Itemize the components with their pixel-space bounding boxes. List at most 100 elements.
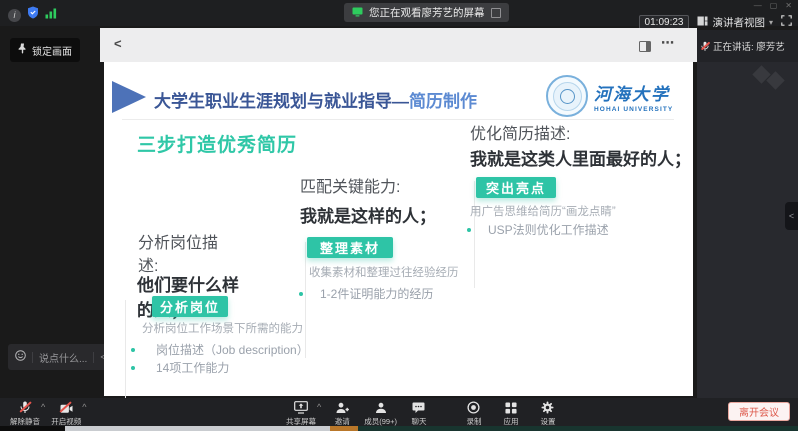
active-speaker-bar: 正在讲话: 廖芳艺 (697, 30, 798, 62)
taskbar-segment (358, 426, 798, 431)
col3-step-badge: 突出亮点 (476, 177, 556, 198)
more-options-icon[interactable]: ⋯ (661, 35, 675, 51)
toolbar-center-group: 共享屏幕 ^ 邀请 成员(99+) 聊天 (286, 401, 563, 427)
quick-chat-bar: 说点什么... < (8, 344, 113, 370)
close-icon[interactable]: ✕ (785, 2, 792, 10)
camera-off-icon (60, 401, 73, 414)
title-underline (122, 119, 674, 120)
col3-intro: 优化简历描述: (470, 123, 570, 146)
watching-screen-notification[interactable]: 您正在观看廖芳艺的屏幕 (344, 3, 509, 22)
emblem-core (560, 89, 575, 104)
bullet-dot (467, 228, 471, 232)
video-panel: 正在讲话: 廖芳艺 < (697, 30, 798, 398)
video-options-caret[interactable]: ^ (82, 402, 86, 412)
settings-button[interactable]: 设置 (533, 401, 563, 427)
unmute-button[interactable]: 解除静音 (10, 401, 40, 427)
col1-bullet-2: 14项工作能力 (156, 359, 229, 376)
col2-intro: 匹配关键能力: (300, 176, 400, 199)
col3-bullet-1: USP法则优化工作描述 (488, 221, 609, 238)
share-screen-button[interactable]: 共享屏幕 (286, 401, 316, 427)
lock-view-label: 锁定画面 (32, 43, 72, 58)
members-button[interactable]: 成员(99+) (364, 401, 397, 427)
invite-button[interactable]: 邀请 (327, 401, 357, 427)
toolbar-left-group: 解除静音 ^ 开启视频 ^ (10, 401, 92, 427)
layout-grid-icon (697, 16, 708, 29)
taskbar-segment (65, 426, 330, 431)
active-speaker-label: 正在讲话: 廖芳艺 (713, 39, 785, 53)
start-video-button[interactable]: 开启视频 (51, 401, 81, 427)
col2-claim: 我就是这样的人； (300, 204, 436, 229)
presentation-slide: 大学生职业生涯规划与就业指导—简历制作 河海大学 HOHAI UNIVERSIT… (104, 62, 693, 396)
lock-view-toggle[interactable]: 锁定画面 (10, 38, 80, 62)
back-icon[interactable]: < (114, 36, 122, 51)
col2-bullet-1: 1-2件证明能力的经历 (320, 285, 433, 302)
view-mode-label: 演讲者视图 (712, 15, 765, 30)
divider (93, 352, 94, 363)
emblem-inner-ring (553, 82, 582, 111)
sidebar-panel-icon[interactable] (639, 39, 651, 57)
meeting-app-window: i 您正在观看廖芳艺的屏幕 — ▢ ✕ 01:09:23 (0, 0, 798, 431)
chat-bubble-icon (412, 401, 425, 414)
col2-step-badge: 整理素材 (307, 237, 393, 258)
leave-meeting-button[interactable]: 离开会议 (728, 402, 790, 421)
chevron-left-icon: < (789, 211, 794, 221)
apps-grid-icon (505, 401, 517, 414)
slide-title: 大学生职业生涯规划与就业指导—简历制作 (154, 87, 477, 112)
notification-pin-icon[interactable] (491, 8, 501, 18)
pin-icon (18, 41, 27, 59)
bullet-dot (131, 348, 135, 352)
col3-claim: 我就是这类人里面最好的人； (470, 147, 691, 172)
meeting-toolbar: 解除静音 ^ 开启视频 ^ 共享屏幕 ^ (0, 398, 798, 426)
mic-muted-icon (20, 401, 30, 414)
col1-bullet-1: 岗位描述（Job description） (156, 341, 309, 358)
bullet-dot (299, 292, 303, 296)
taskbar-sliver (0, 426, 798, 431)
panel-collapse-button[interactable]: < (785, 202, 798, 230)
meeting-status-icons: i (8, 6, 57, 24)
gear-icon (541, 401, 554, 414)
record-circle-icon (467, 401, 480, 414)
fullscreen-icon[interactable] (781, 13, 792, 31)
col2-desc: 收集素材和整理过往经验经历 (309, 264, 459, 280)
quick-chat-input[interactable]: 说点什么... (39, 350, 87, 365)
share-screen-icon (294, 401, 308, 414)
emoji-icon[interactable] (15, 348, 26, 366)
leave-meeting-label: 离开会议 (739, 404, 779, 419)
view-mode-button[interactable]: 演讲者视图 ▾ (697, 15, 773, 30)
university-name-en: HOHAI UNIVERSITY (594, 106, 673, 113)
col3-desc: 用广告思维给简历“画龙点睛” (470, 203, 616, 219)
mic-options-caret[interactable]: ^ (41, 402, 45, 412)
network-signal-icon[interactable] (45, 6, 57, 24)
invite-person-icon (336, 401, 349, 414)
university-logo: 河海大学 HOHAI UNIVERSITY (546, 75, 673, 117)
apps-button[interactable]: 应用 (496, 401, 526, 427)
university-name-cn: 河海大学 (594, 80, 673, 105)
divider (32, 352, 33, 363)
chevron-down-icon: ▾ (769, 18, 773, 27)
col3-card-line (474, 181, 475, 288)
title-triangle-icon (112, 81, 146, 113)
slide-title-prefix: 大学生职业生涯规划与就业指导— (154, 92, 409, 111)
col1-intro: 分析岗位描 述: (138, 232, 218, 278)
window-controls: — ▢ ✕ (754, 2, 792, 10)
chat-button[interactable]: 聊天 (404, 401, 434, 427)
shared-app-titlebar: < ⋯ (100, 28, 697, 62)
col2-card-line (305, 242, 306, 358)
maximize-icon[interactable]: ▢ (770, 2, 778, 10)
col1-step-badge: 分析岗位 (152, 296, 228, 317)
minimize-icon[interactable]: — (754, 2, 762, 10)
taskbar-segment (0, 426, 65, 431)
slide-title-highlight: 简历制作 (409, 92, 477, 111)
university-emblem-icon (546, 75, 588, 117)
section-heading: 三步打造优秀简历 (137, 130, 297, 157)
record-button[interactable]: 录制 (459, 401, 489, 427)
taskbar-segment (330, 426, 358, 431)
screen-share-green-icon (352, 4, 363, 22)
bullet-dot (131, 366, 135, 370)
security-shield-icon[interactable] (27, 6, 39, 24)
notification-text: 您正在观看廖芳艺的屏幕 (369, 5, 485, 20)
meeting-info-icon[interactable]: i (8, 9, 21, 22)
mic-muted-icon (701, 41, 709, 52)
share-options-caret[interactable]: ^ (317, 402, 321, 412)
members-person-icon (375, 401, 387, 414)
